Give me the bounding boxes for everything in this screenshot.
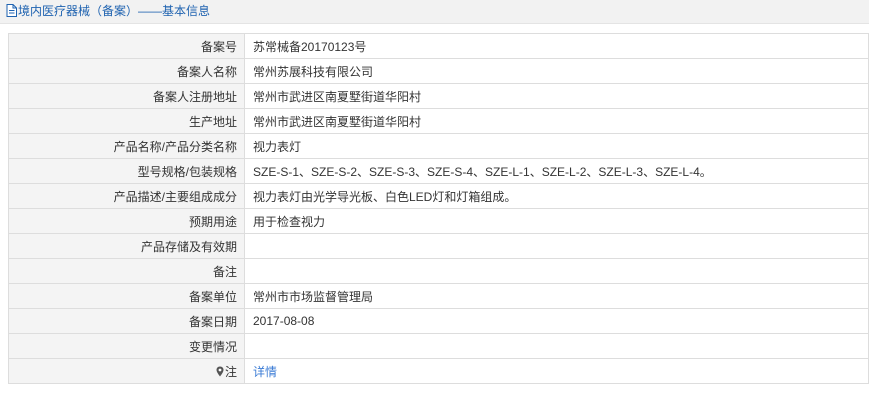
row-label: 产品存储及有效期 — [8, 233, 245, 259]
document-icon — [6, 4, 17, 21]
row-label: 预期用途 — [8, 208, 245, 234]
table-row: 备案人注册地址 常州市武进区南夏墅街道华阳村 — [8, 83, 869, 109]
row-label: 型号规格/包装规格 — [8, 158, 245, 184]
row-label: 备案人名称 — [8, 58, 245, 84]
table-row: 变更情况 — [8, 333, 869, 359]
table-row: 备案号 苏常械备20170123号 — [8, 33, 869, 59]
row-label: 备注 — [8, 258, 245, 284]
row-value: SZE-S-1、SZE-S-2、SZE-S-3、SZE-S-4、SZE-L-1、… — [244, 158, 869, 184]
table-row: 备案单位 常州市市场监督管理局 — [8, 283, 869, 309]
row-value: 常州苏展科技有限公司 — [244, 58, 869, 84]
row-label: 备案人注册地址 — [8, 83, 245, 109]
table-row: 预期用途 用于检查视力 — [8, 208, 869, 234]
row-label: 备案号 — [8, 33, 245, 59]
row-label: 生产地址 — [8, 108, 245, 134]
note-label-text: 注 — [224, 364, 237, 379]
row-value: 用于检查视力 — [244, 208, 869, 234]
row-label: 变更情况 — [8, 333, 245, 359]
detail-table: 备案号 苏常械备20170123号 备案人名称 常州苏展科技有限公司 备案人注册… — [8, 33, 869, 384]
table-row: 生产地址 常州市武进区南夏墅街道华阳村 — [8, 108, 869, 134]
page-header: 境内医疗器械（备案）——基本信息 — [0, 0, 869, 24]
row-label: 产品描述/主要组成成分 — [8, 183, 245, 209]
table-row: 产品存储及有效期 — [8, 233, 869, 259]
note-label: 注 — [8, 358, 245, 384]
row-value: 视力表灯由光学导光板、白色LED灯和灯箱组成。 — [244, 183, 869, 209]
note-value: 详情 — [244, 358, 869, 384]
row-value: 2017-08-08 — [244, 308, 869, 334]
row-value: 苏常械备20170123号 — [244, 33, 869, 59]
row-value: 常州市武进区南夏墅街道华阳村 — [244, 108, 869, 134]
table-row: 产品描述/主要组成成分 视力表灯由光学导光板、白色LED灯和灯箱组成。 — [8, 183, 869, 209]
row-label: 产品名称/产品分类名称 — [8, 133, 245, 159]
table-row: 型号规格/包装规格 SZE-S-1、SZE-S-2、SZE-S-3、SZE-S-… — [8, 158, 869, 184]
note-row: 注 详情 — [8, 358, 869, 384]
header-title: 境内医疗器械（备案）——基本信息 — [6, 3, 210, 19]
row-value: 常州市市场监督管理局 — [244, 283, 869, 309]
row-value: 常州市武进区南夏墅街道华阳村 — [244, 83, 869, 109]
row-label: 备案日期 — [8, 308, 245, 334]
row-value — [244, 258, 869, 284]
row-value — [244, 333, 869, 359]
row-value: 视力表灯 — [244, 133, 869, 159]
header-title-text: 境内医疗器械（备案）——基本信息 — [18, 4, 211, 18]
table-row: 备案人名称 常州苏展科技有限公司 — [8, 58, 869, 84]
row-value — [244, 233, 869, 259]
row-label: 备案单位 — [8, 283, 245, 309]
info-pin-icon — [216, 366, 224, 380]
table-row: 备注 — [8, 258, 869, 284]
details-link[interactable]: 详情 — [253, 365, 277, 379]
table-row: 产品名称/产品分类名称 视力表灯 — [8, 133, 869, 159]
table-row: 备案日期 2017-08-08 — [8, 308, 869, 334]
